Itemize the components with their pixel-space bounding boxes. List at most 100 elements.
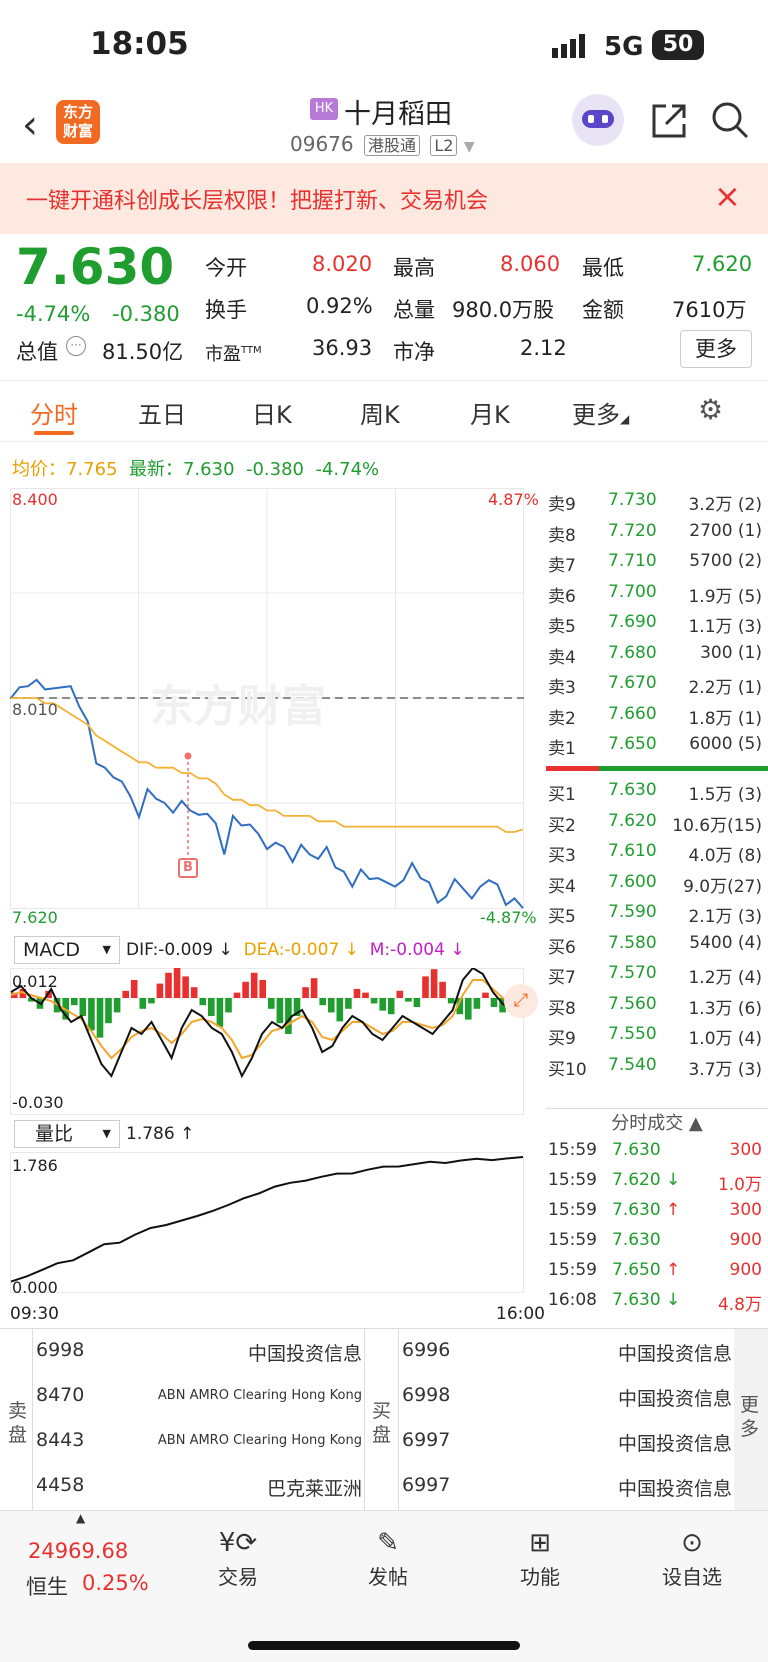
share-icon[interactable] [650,102,688,140]
buy-level[interactable]: 买8 7.560 1.3万 (6) [546,994,768,1022]
signal-icon [552,34,585,58]
stock-name[interactable]: 十月稻田 [344,92,452,131]
level2-tag: L2 [430,135,458,156]
change-value: -0.380 [112,302,180,326]
macd-bar [396,990,404,998]
level-label: 买4 [548,876,576,897]
macd-bottom-label: -0.030 [12,1093,64,1112]
mcap-value: 81.50亿 [102,340,184,364]
add-watchlist-button[interactable]: ⊙ 设自选 [654,1525,730,1590]
more-button[interactable]: 更多 [680,330,752,368]
sell-level[interactable]: 卖1 7.650 6000 (5) [546,734,768,762]
buy-level[interactable]: 买5 7.590 2.1万 (3) [546,902,768,930]
level-label: 卖2 [548,708,576,729]
broker-row[interactable]: 6997 中国投资信息 [400,1472,734,1506]
level-price: 7.720 [608,520,657,541]
macd-chart[interactable] [10,968,544,1118]
buy-level[interactable]: 买4 7.600 9.0万(27) [546,872,768,900]
buy-level[interactable]: 买1 7.630 1.5万 (3) [546,780,768,808]
promo-banner[interactable]: 一键开通科创成长层权限！把握打新、交易机会 × [0,163,768,234]
level-label: 卖5 [548,617,576,637]
volume-label: 总量 [393,298,435,322]
buy-marker[interactable]: B [178,858,198,878]
tick-row: 15:59 7.630 ↑ 300 [546,1200,768,1228]
tab-five-day[interactable]: 五日 [138,395,186,430]
expand-icon[interactable]: ⤢ [504,984,538,1018]
stock-code-row[interactable]: 09676 港股通 L2 ▼ [290,132,475,156]
broker-row[interactable]: 4458 巴克莱亚洲 [34,1472,364,1506]
search-icon[interactable] [710,100,750,140]
buy-level[interactable]: 买6 7.580 5400 (4) [546,933,768,961]
sell-level[interactable]: 卖6 7.700 1.9万 (5) [546,582,768,610]
tick-row: 15:59 7.630 300 [546,1140,768,1168]
macd-bar [130,980,138,998]
sell-level[interactable]: 卖7 7.710 5700 (2) [546,551,768,579]
buy-level[interactable]: 买10 7.540 3.7万 (3) [546,1055,768,1083]
sell-level[interactable]: 卖5 7.690 1.1万 (3) [546,612,768,640]
pb-value: 2.12 [520,336,567,360]
ticks-title[interactable]: 分时成交 ▲ [546,1108,768,1138]
sell-level[interactable]: 卖8 7.720 2700 (1) [546,521,768,549]
broker-row[interactable]: 6998 中国投资信息 [400,1382,734,1416]
buy-level[interactable]: 买3 7.610 4.0万 (8) [546,841,768,869]
trade-button[interactable]: ¥⟳ 交易 [200,1525,276,1590]
tab-weekly[interactable]: 周K [360,395,400,430]
back-icon[interactable]: ‹ [22,102,38,148]
robot-avatar-icon[interactable] [572,94,624,146]
macd-bar [482,992,489,998]
volume-ratio-chart[interactable] [10,1152,544,1300]
index-pct[interactable]: 0.25% [82,1571,149,1595]
settings-gear-icon[interactable]: ⚙ [698,393,723,426]
sell-level[interactable]: 卖4 7.680 300 (1) [546,643,768,671]
buy-level[interactable]: 买2 7.620 10.6万(15) [546,811,768,839]
broker-row[interactable]: 8470 ABN AMRO Clearing Hong Kong [34,1382,364,1416]
watermark: 东方财富 [150,681,326,732]
tab-more[interactable]: 更多◢ [572,395,629,430]
indicator-select-volratio[interactable]: 量比 ▼ [14,1120,120,1148]
info-icon[interactable]: ··· [66,336,86,356]
tab-monthly[interactable]: 月K [470,395,510,430]
broker-row[interactable]: 8443 ABN AMRO Clearing Hong Kong [34,1427,364,1461]
level-volume: 4.0万 (8) [688,846,762,866]
macd-bar [173,968,181,998]
marker-dot [184,752,192,760]
level-volume: 1.8万 (1) [688,708,762,729]
close-icon[interactable]: × [714,177,741,215]
sell-side-label: 卖盘 [8,1400,28,1446]
broker-row[interactable]: 6997 中国投资信息 [400,1427,734,1461]
indicator-select-macd[interactable]: MACD ▼ [14,936,120,964]
sell-level[interactable]: 卖9 7.730 3.2万 (2) [546,490,768,518]
macd-bar [422,976,429,998]
buy-level[interactable]: 买7 7.570 1.2万 (4) [546,963,768,991]
tick-time: 15:59 [548,1170,597,1190]
level-price: 7.550 [608,1024,657,1044]
buy-level[interactable]: 买9 7.550 1.0万 (4) [546,1024,768,1052]
sell-level[interactable]: 卖3 7.670 2.2万 (1) [546,673,768,701]
level-volume: 300 (1) [700,642,762,663]
post-button[interactable]: ✎ 发帖 [350,1525,426,1590]
sell-level[interactable]: 卖2 7.660 1.8万 (1) [546,704,768,732]
connect-tag: 港股通 [363,135,420,156]
broker-row[interactable]: 6998 中国投资信息 [34,1337,364,1371]
level-price: 7.690 [608,612,657,632]
level-volume: 3.7万 (3) [688,1059,762,1080]
level-price: 7.540 [608,1054,657,1075]
tick-time: 15:59 [548,1200,597,1220]
index-value[interactable]: 24969.68 [28,1539,128,1563]
macd-bar [79,998,87,1016]
order-book: 卖9 7.730 3.2万 (2) 卖8 7.720 2700 (1) 卖7 7.710 570… [546,490,768,1110]
level-volume: 1.5万 (3) [688,785,762,805]
index-name[interactable]: 恒生 [26,1571,68,1601]
broker-row[interactable]: 6996 中国投资信息 [400,1337,734,1371]
tab-daily[interactable]: 日K [252,395,292,430]
broker-name: 巴克莱亚洲 [266,1478,362,1500]
status-bar: 18:05 5G 50 [0,0,768,90]
tick-time: 16:08 [548,1290,597,1310]
level-price: 7.570 [608,963,657,983]
functions-button[interactable]: ⊞ 功能 [502,1525,578,1590]
pe-value: 36.93 [312,336,373,360]
brokers-more-button[interactable]: 更多 [734,1329,768,1513]
tab-intraday[interactable]: 分时 [30,395,78,430]
app-logo: 东方 财富 [56,100,100,144]
macd-bar [148,998,155,1004]
